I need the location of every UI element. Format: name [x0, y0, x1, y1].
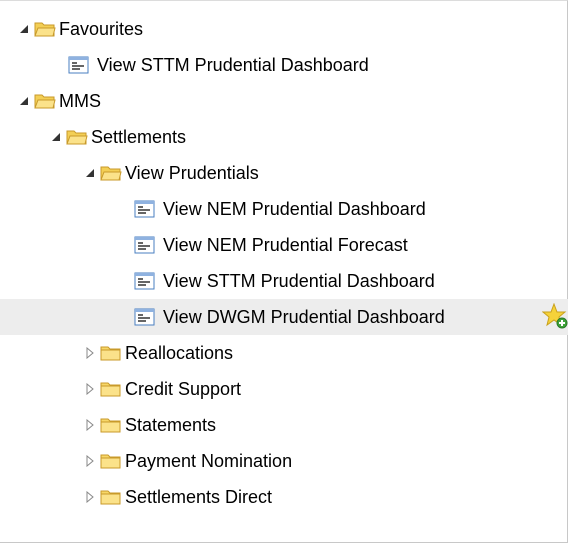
tree-node-favourites[interactable]: Favourites [0, 11, 568, 47]
tree-node-payment-nomination[interactable]: Payment Nomination [0, 443, 568, 479]
folder-closed-icon [100, 382, 121, 397]
tree-panel: Favourites View STTM Prudential Dashboar… [0, 0, 568, 543]
tree-item-label: View STTM Prudential Dashboard [163, 271, 435, 291]
dashboard-document-icon [134, 308, 155, 326]
tree-item-nem-prudential-dashboard[interactable]: View NEM Prudential Dashboard [0, 191, 568, 227]
tree-node-label: Favourites [59, 19, 144, 39]
tree-item-label: View DWGM Prudential Dashboard [163, 307, 445, 327]
collapse-arrow-icon[interactable] [18, 95, 30, 107]
add-favourite-star-icon[interactable] [542, 303, 568, 329]
tree-node-label: Credit Support [125, 379, 242, 399]
tree-node-label: View Prudentials [125, 163, 259, 183]
tree-node-reallocations[interactable]: Reallocations [0, 335, 568, 371]
tree-node-label: Settlements Direct [125, 487, 273, 507]
expand-arrow-icon[interactable] [84, 419, 96, 431]
tree-item-label: View STTM Prudential Dashboard [97, 55, 369, 75]
tree-item-favourite-sttm-dashboard[interactable]: View STTM Prudential Dashboard [0, 47, 568, 83]
tree-node-settlements-direct[interactable]: Settlements Direct [0, 479, 568, 515]
collapse-arrow-icon[interactable] [50, 131, 62, 143]
expand-arrow-icon[interactable] [84, 383, 96, 395]
folder-open-icon [66, 130, 88, 145]
tree-node-label: MMS [59, 91, 101, 111]
folder-closed-icon [100, 490, 121, 505]
dashboard-document-icon [134, 200, 155, 218]
dashboard-document-icon [134, 272, 155, 290]
tree-node-credit-support[interactable]: Credit Support [0, 371, 568, 407]
tree-node-mms[interactable]: MMS [0, 83, 568, 119]
navigation-tree: Favourites View STTM Prudential Dashboar… [0, 11, 568, 515]
dashboard-document-icon [134, 236, 155, 254]
dashboard-document-icon [68, 56, 89, 74]
folder-open-icon [34, 94, 56, 109]
expand-arrow-icon[interactable] [84, 455, 96, 467]
tree-item-label: View NEM Prudential Dashboard [163, 199, 426, 219]
tree-node-label: Settlements [91, 127, 187, 147]
folder-closed-icon [100, 346, 121, 361]
tree-node-statements[interactable]: Statements [0, 407, 568, 443]
tree-node-label: Statements [125, 415, 217, 435]
folder-closed-icon [100, 418, 121, 433]
tree-item-label: View NEM Prudential Forecast [163, 235, 408, 255]
folder-open-icon [100, 166, 122, 181]
tree-node-settlements[interactable]: Settlements [0, 119, 568, 155]
expand-arrow-icon[interactable] [84, 491, 96, 503]
tree-item-nem-prudential-forecast[interactable]: View NEM Prudential Forecast [0, 227, 568, 263]
tree-item-dwgm-prudential-dashboard[interactable]: View DWGM Prudential Dashboard [0, 299, 568, 335]
tree-node-label: Payment Nomination [125, 451, 293, 471]
tree-item-sttm-prudential-dashboard[interactable]: View STTM Prudential Dashboard [0, 263, 568, 299]
collapse-arrow-icon[interactable] [18, 23, 30, 35]
expand-arrow-icon[interactable] [84, 347, 96, 359]
folder-closed-icon [100, 454, 121, 469]
folder-open-icon [34, 22, 56, 37]
tree-node-label: Reallocations [125, 343, 234, 363]
collapse-arrow-icon[interactable] [84, 167, 96, 179]
tree-node-view-prudentials[interactable]: View Prudentials [0, 155, 568, 191]
